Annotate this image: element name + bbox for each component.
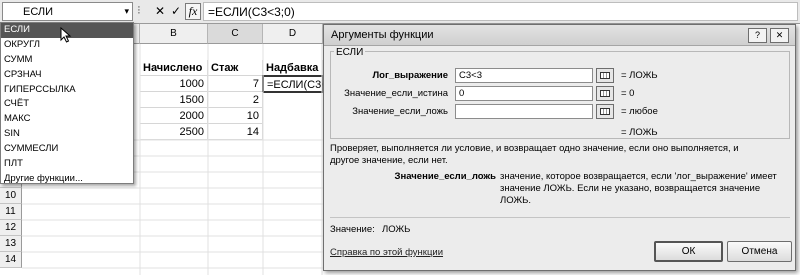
dropdown-item[interactable]: СУММ <box>1 53 133 68</box>
function-description: Проверяет, выполняется ли условие, и воз… <box>330 143 739 166</box>
enter-formula-icon[interactable]: ✓ <box>168 3 184 20</box>
arg-result: = любое <box>621 106 658 117</box>
arg-help-text: значение, которое возвращается, если 'ло… <box>500 171 777 206</box>
collapse-dialog-button[interactable] <box>596 104 614 119</box>
close-icon[interactable]: ✕ <box>770 28 789 43</box>
arg-input-value-if-false[interactable] <box>455 104 593 119</box>
chevron-down-icon[interactable]: ▾ <box>124 6 129 17</box>
mouse-cursor-icon <box>60 27 72 43</box>
column-header-b[interactable]: B <box>140 24 208 44</box>
dialog-titlebar[interactable]: Аргументы функции ? ✕ <box>324 25 795 46</box>
arg-result: = ЛОЖЬ <box>621 70 658 81</box>
collapse-dialog-button[interactable] <box>596 86 614 101</box>
formula-bar-separator-icon: ⁝ <box>137 3 141 17</box>
dropdown-item[interactable]: СУММЕСЛИ <box>1 142 133 157</box>
collapse-dialog-button[interactable] <box>596 68 614 83</box>
row-header[interactable]: 11 <box>0 204 22 220</box>
column-header-d[interactable]: D <box>263 24 323 44</box>
dialog-title: Аргументы функции <box>331 29 434 41</box>
cancel-button[interactable]: Отмена <box>727 241 792 262</box>
function-name-label: ЕСЛИ <box>334 47 366 58</box>
range-select-icon <box>600 90 610 97</box>
help-link[interactable]: Справка по этой функции <box>330 247 443 258</box>
function-dropdown[interactable]: ЕСЛИ ОКРУГЛ СУММ СРЗНАЧ ГИПЕРССЫЛКА СЧЁТ… <box>0 22 134 184</box>
cancel-formula-icon[interactable]: ✕ <box>152 3 168 20</box>
row-header[interactable]: 10 <box>0 188 22 204</box>
formula-input[interactable]: =ЕСЛИ(C3<3;0) <box>203 2 798 21</box>
formula-bar: ЕСЛИ ▾ ⁝ ✕ ✓ fx =ЕСЛИ(C3<3;0) <box>0 0 800 24</box>
row-header[interactable]: 14 <box>0 252 22 268</box>
dropdown-item[interactable]: ПЛТ <box>1 157 133 172</box>
name-box[interactable]: ЕСЛИ ▾ <box>2 2 133 21</box>
dropdown-item[interactable]: МАКС <box>1 112 133 127</box>
arg-label-value-if-true: Значение_если_истина <box>344 88 448 99</box>
help-button[interactable]: ? <box>748 28 767 43</box>
dropdown-item-more-functions[interactable]: Другие функции... <box>1 172 133 187</box>
arg-result: = 0 <box>621 88 635 99</box>
arg-input-logical-test[interactable]: C3<3 <box>455 68 593 83</box>
range-select-icon <box>600 72 610 79</box>
arg-label-logical-test: Лог_выражение <box>372 70 448 81</box>
ok-button[interactable]: ОК <box>654 241 723 262</box>
dropdown-item[interactable]: СЧЁТ <box>1 97 133 112</box>
divider <box>330 217 790 218</box>
dropdown-item[interactable]: SIN <box>1 127 133 142</box>
arg-help-name: Значение_если_ложь <box>394 171 496 182</box>
insert-function-button[interactable]: fx <box>185 3 201 20</box>
row-header[interactable]: 13 <box>0 236 22 252</box>
function-arguments-dialog: Аргументы функции ? ✕ ЕСЛИ Лог_выражение… <box>323 24 796 271</box>
range-select-icon <box>600 108 610 115</box>
row-header[interactable]: 12 <box>0 220 22 236</box>
value-label: Значение: <box>330 224 375 235</box>
column-header-c[interactable]: C <box>208 24 263 44</box>
dropdown-item[interactable]: СРЗНАЧ <box>1 68 133 83</box>
arg-label-value-if-false: Значение_если_ложь <box>352 106 448 117</box>
dropdown-item[interactable]: ГИПЕРССЫЛКА <box>1 83 133 98</box>
arg-input-value-if-true[interactable]: 0 <box>455 86 593 101</box>
value-result: ЛОЖЬ <box>382 224 411 235</box>
overall-result: = ЛОЖЬ <box>621 127 658 138</box>
name-box-value: ЕСЛИ <box>23 6 54 18</box>
